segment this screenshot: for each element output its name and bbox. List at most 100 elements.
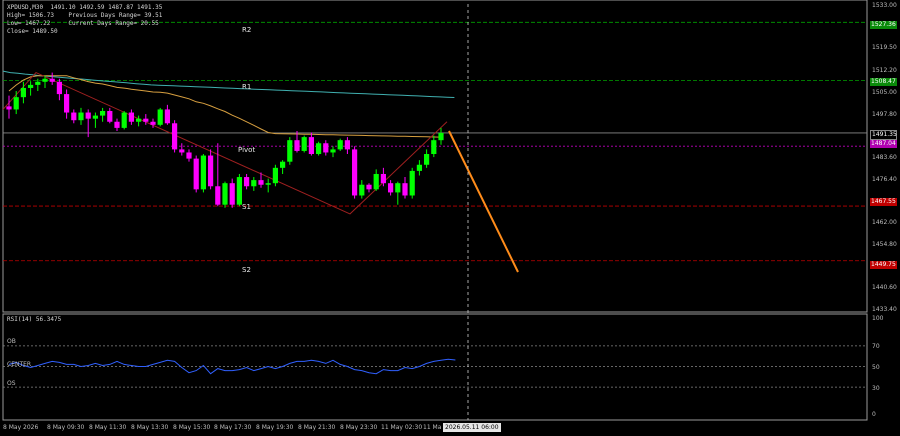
- bear-candle: [179, 149, 185, 153]
- bull-candle: [287, 140, 293, 162]
- bull-candle: [236, 177, 242, 205]
- bear-candle: [323, 143, 329, 153]
- pivot-price-tag: 1487.04: [870, 140, 897, 148]
- bear-candle: [143, 118, 149, 122]
- chart-frame: [2, 0, 868, 421]
- bull-candle: [251, 180, 257, 187]
- bull-candle: [200, 155, 206, 190]
- bull-candle: [157, 109, 163, 125]
- bear-candle: [388, 183, 394, 193]
- ma-slow-line: [2, 70, 455, 98]
- rsi-center-label: CENTER: [7, 361, 32, 368]
- ma-fast-line: [8, 75, 442, 138]
- pivot-label: Pivot: [238, 146, 256, 154]
- bear-candle: [114, 121, 120, 128]
- time-tick: 8 May 13:30: [131, 424, 169, 431]
- bear-candle: [71, 112, 77, 121]
- price-tick: 1476.40: [872, 176, 897, 183]
- price-tick: 1462.00: [872, 219, 897, 226]
- bear-candle: [186, 152, 192, 159]
- price-tick: 1483.60: [872, 154, 897, 161]
- time-tick: 8 May 19:30: [256, 424, 294, 431]
- bull-candle: [136, 118, 142, 122]
- time-tick: 11 May 02:30: [381, 424, 423, 431]
- bear-candle: [402, 183, 408, 196]
- bull-candle: [13, 97, 19, 110]
- projection-arrow: [448, 130, 519, 273]
- bear-candle: [85, 112, 91, 119]
- bull-candle: [395, 183, 401, 193]
- bull-candle: [301, 137, 307, 151]
- bear-candle: [344, 140, 350, 150]
- s2-label: S2: [242, 266, 251, 274]
- bull-candle: [42, 78, 48, 82]
- rsi-tick: 70: [872, 343, 880, 350]
- bear-candle: [352, 149, 358, 196]
- moving-averages: [2, 70, 455, 138]
- bull-candle: [359, 184, 365, 196]
- rsi-tick: 50: [872, 364, 880, 371]
- bear-candle: [229, 183, 235, 205]
- time-tick: 8 May 21:30: [298, 424, 336, 431]
- bull-candle: [28, 84, 34, 88]
- bear-candle: [150, 121, 156, 125]
- bull-candle: [222, 183, 228, 205]
- bear-candle: [244, 177, 250, 187]
- time-tick: 8 May 23:30: [340, 424, 378, 431]
- bull-candle: [373, 173, 379, 190]
- bull-candle: [78, 112, 84, 121]
- projection-line: [448, 130, 519, 273]
- r1-price-tag: 1508.47: [870, 78, 897, 86]
- rsi-os-label: OS: [7, 380, 16, 387]
- bear-candle: [172, 123, 178, 150]
- current-price-tag: 1491.35: [870, 130, 897, 140]
- r2-label: R2: [242, 26, 252, 34]
- rsi-pane: [3, 345, 867, 388]
- bear-candle: [208, 155, 214, 187]
- price-tick: 1440.60: [872, 284, 897, 291]
- symbol-info: XPDUSD,M30 1491.10 1492.59 1487.87 1491.…: [7, 4, 162, 36]
- bear-candle: [128, 112, 134, 122]
- bear-candle: [56, 81, 62, 95]
- price-tick: 1533.00: [872, 2, 897, 9]
- info-line-4: Close= 1489.50: [7, 28, 58, 35]
- time-tick: 8 May 11:30: [89, 424, 127, 431]
- bull-candle: [330, 149, 336, 153]
- rsi-tick: 100: [872, 315, 884, 322]
- bear-candle: [164, 109, 170, 124]
- bear-candle: [193, 158, 199, 190]
- bull-candle: [121, 112, 127, 128]
- bear-candle: [49, 78, 55, 82]
- bear-candle: [294, 140, 300, 151]
- bull-candle: [409, 170, 415, 196]
- bull-candle: [20, 87, 26, 98]
- bull-candle: [316, 143, 322, 155]
- bull-candle: [280, 161, 286, 168]
- bull-candle: [35, 81, 41, 85]
- rsi-tick: 30: [872, 385, 880, 392]
- rsi-title: RSI(14) 56.3475: [7, 316, 62, 323]
- bear-candle: [258, 180, 264, 185]
- r1-label: R1: [242, 83, 252, 91]
- rsi-tick: 0: [872, 411, 876, 418]
- bull-candle: [272, 167, 278, 184]
- s1-price-tag: 1467.55: [870, 198, 897, 206]
- time-tick: 11 Ma: [423, 424, 442, 431]
- bull-candle: [100, 110, 106, 116]
- main-pane-border: [2, 0, 868, 313]
- info-line-3: Low= 1467.22 Current Days Range= 20.55: [7, 20, 159, 27]
- s2-price-tag: 1449.75: [870, 261, 897, 269]
- time-tick: 8 May 09:30: [47, 424, 85, 431]
- bull-candle: [92, 115, 98, 119]
- s1-label: S1: [242, 203, 251, 211]
- rsi-ob-label: OB: [7, 338, 16, 345]
- price-chart[interactable]: [0, 0, 900, 436]
- bear-candle: [380, 173, 386, 184]
- time-tick: 8 May 2026: [3, 424, 39, 431]
- price-tick: 1454.80: [872, 241, 897, 248]
- price-tick: 1433.40: [872, 306, 897, 313]
- candlesticks: [6, 72, 444, 208]
- bear-candle: [64, 94, 70, 113]
- bull-candle: [337, 140, 343, 150]
- time-tick: 8 May 17:30: [214, 424, 252, 431]
